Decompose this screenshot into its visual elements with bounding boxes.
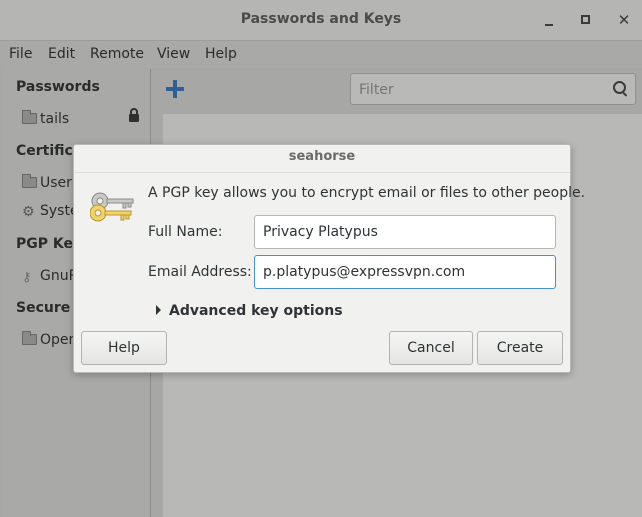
dialog-separator [74, 172, 570, 173]
menu-file[interactable]: File [9, 46, 32, 62]
sidebar-item-openssh[interactable]: Open [22, 331, 78, 348]
sidebar-item-gnupg[interactable]: ⚷ GnuP [22, 268, 78, 285]
folder-icon [22, 331, 38, 346]
expander-arrow-icon [156, 305, 161, 315]
minimize-button[interactable] [539, 10, 559, 30]
menu-edit[interactable]: Edit [48, 46, 75, 62]
sidebar-item-tails[interactable]: tails [22, 110, 70, 127]
dialog-intro-text: A PGP key allows you to encrypt email or… [148, 185, 586, 201]
new-pgp-key-dialog: seahorse A PGP key allows you to encrypt… [73, 144, 585, 373]
create-button[interactable]: Create [477, 331, 563, 365]
sidebar-item-user[interactable]: User [22, 174, 72, 191]
email-address-field[interactable] [254, 255, 556, 289]
filter-input[interactable] [357, 78, 601, 102]
key-icon: ⚷ [22, 270, 32, 285]
sidebar-item-label: tails [40, 111, 70, 127]
add-button[interactable] [166, 80, 184, 98]
help-button[interactable]: Help [81, 331, 167, 365]
sidebar-heading-passwords: Passwords [16, 79, 100, 95]
title-bar[interactable]: Passwords and Keys ✕ [0, 0, 642, 41]
close-button[interactable]: ✕ [614, 10, 634, 30]
cancel-button[interactable]: Cancel [389, 331, 473, 365]
advanced-key-options-expander[interactable]: Advanced key options [156, 303, 343, 319]
filter-box [350, 73, 636, 105]
sidebar-item-label: GnuP [40, 268, 78, 284]
sidebar-item-label: Open [40, 332, 78, 348]
menu-help[interactable]: Help [205, 46, 237, 62]
folder-icon [22, 110, 38, 125]
folder-icon [22, 174, 38, 189]
menu-bar: File Edit Remote View Help [0, 41, 642, 68]
sidebar-item-system[interactable]: ⚙ Syste [22, 203, 79, 220]
keys-icon [90, 192, 134, 222]
lock-icon [129, 108, 139, 122]
dialog-title: seahorse [288, 149, 356, 164]
menu-remote[interactable]: Remote [90, 46, 144, 62]
sidebar-item-label: User [40, 175, 72, 191]
full-name-label: Full Name: [148, 224, 223, 240]
gear-icon: ⚙ [22, 204, 35, 220]
search-icon[interactable] [613, 81, 627, 95]
email-address-label: Email Address: [148, 264, 252, 280]
advanced-key-options-label: Advanced key options [169, 303, 343, 319]
main-window: Passwords and Keys ✕ File Edit Remote Vi… [0, 0, 642, 517]
menu-view[interactable]: View [157, 46, 190, 62]
maximize-button[interactable] [576, 10, 596, 30]
full-name-field[interactable] [254, 215, 556, 249]
